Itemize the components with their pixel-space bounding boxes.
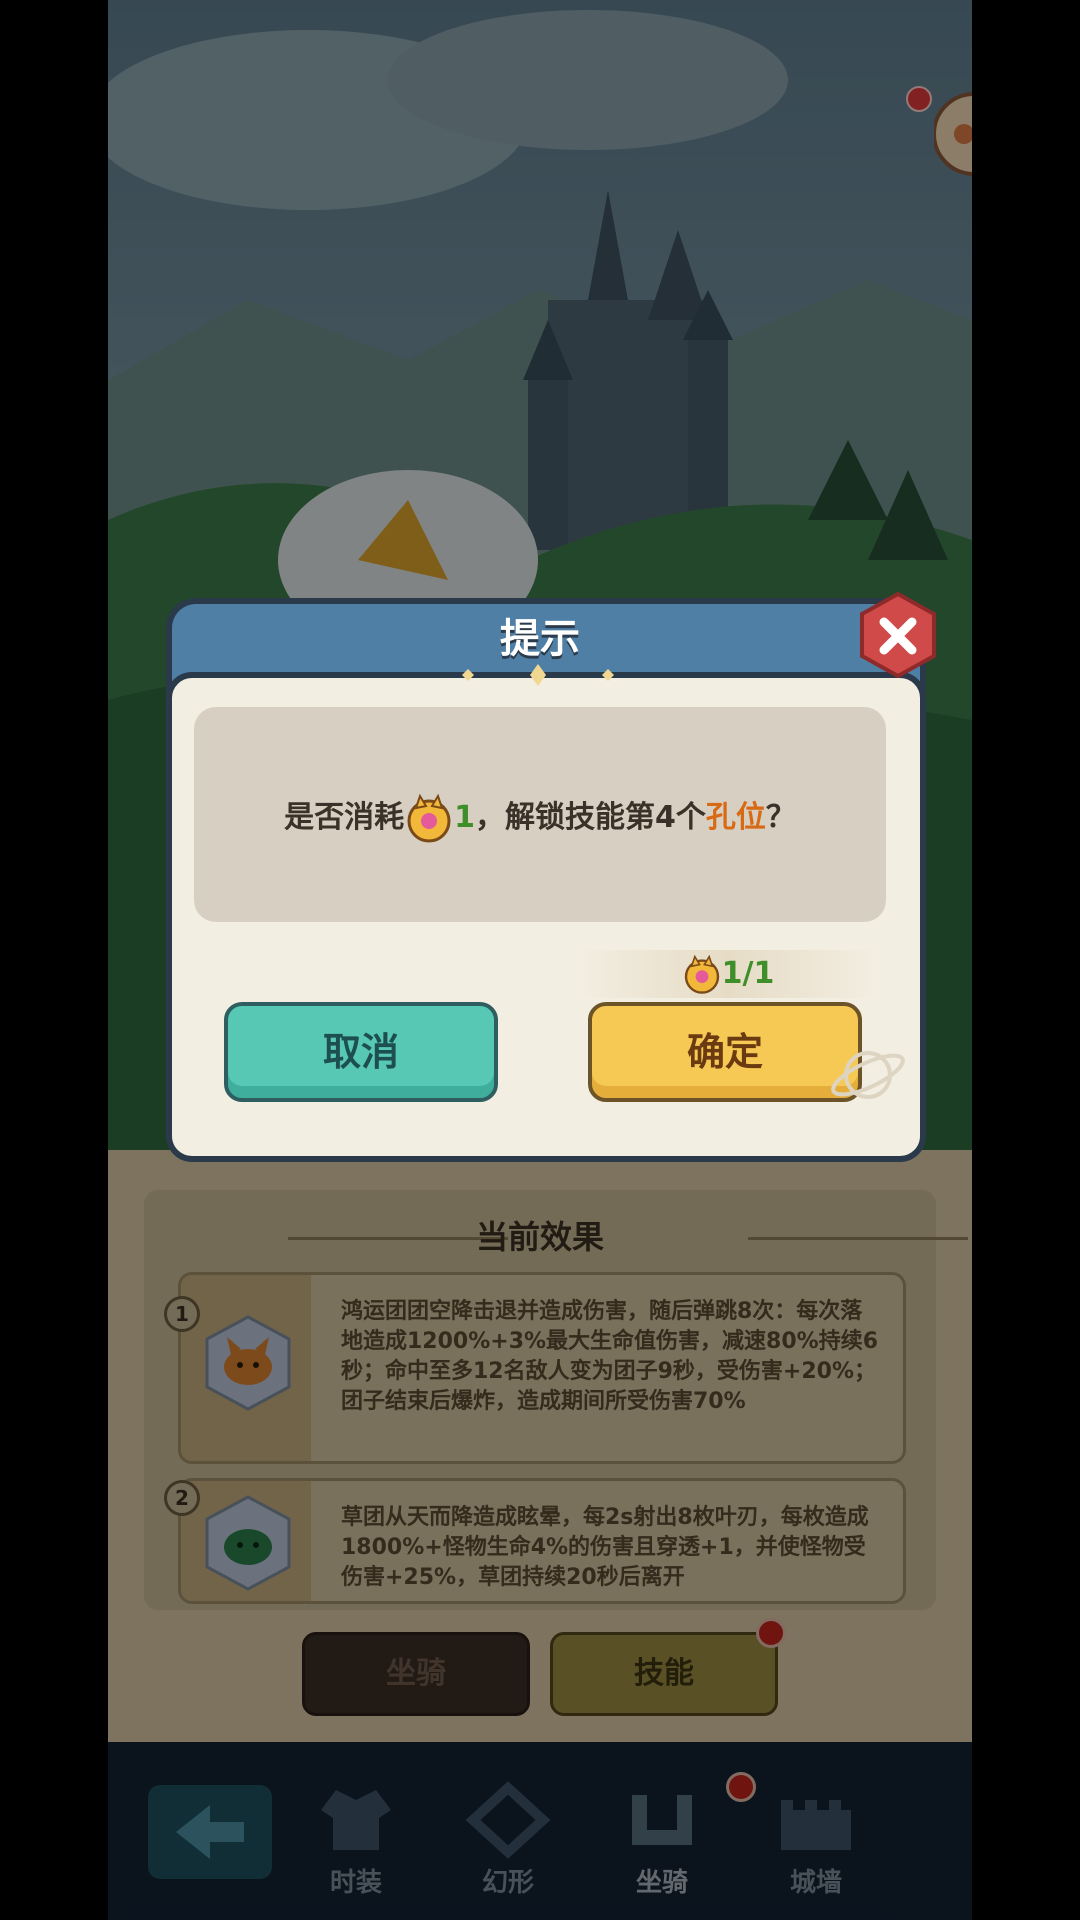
header-ornament [462, 664, 614, 686]
cost-amount: 1 [454, 800, 475, 835]
message-suffix: ？ [765, 800, 796, 835]
close-icon [860, 591, 936, 679]
planet-decoration-icon [831, 1051, 905, 1099]
message-prefix: 是否消耗 [284, 800, 405, 835]
star-badge-icon [407, 793, 451, 842]
confirm-message: 是否消耗 1，解锁技能第4个孔位？ [194, 792, 886, 844]
close-button[interactable] [858, 591, 938, 679]
owned-count-value: 1/1 [721, 956, 775, 991]
cancel-button[interactable]: 取消 [224, 1002, 498, 1102]
message-highlight: 孔位 [705, 800, 766, 835]
confirm-button[interactable]: 确定 [588, 1002, 862, 1102]
owned-count: 1/1 [578, 950, 878, 998]
message-middle: ，解锁技能第4个 [475, 800, 706, 835]
game-screen: 当前效果 鸿运团团空降击退并造成伤害，随后弹跳8次：每次落地造成1200%+3%… [108, 0, 972, 1920]
dialog-title: 提示 [500, 616, 580, 662]
star-badge-icon [684, 954, 719, 994]
